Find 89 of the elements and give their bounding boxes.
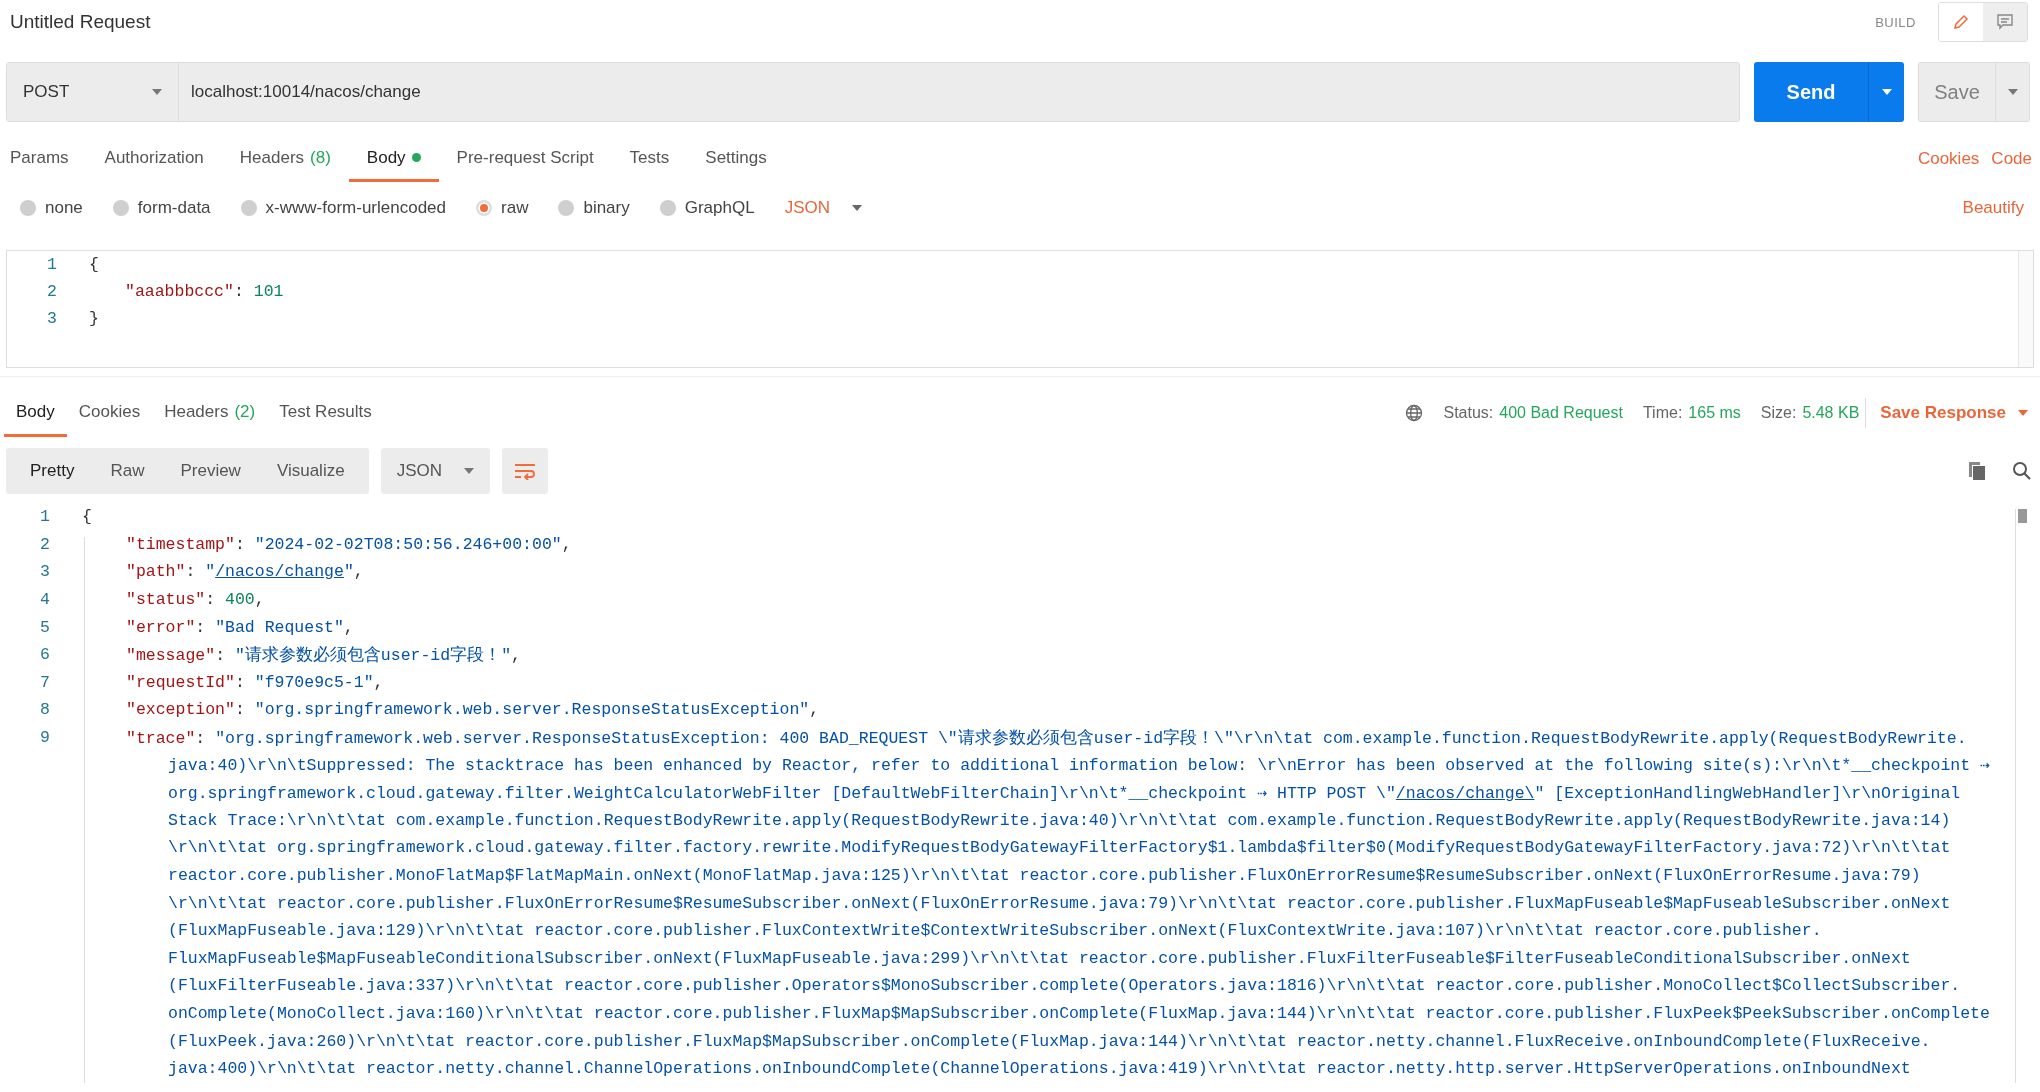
code-line: (FluxPeek.java:260)\r\n\t\tat reactor.core.publisher.FluxMap$MapSubscriber.onComplete(FluxMap.java:144)\r\n\t\tat reactor.netty.channel.FluxReceive.onInboundComplete(FluxReceive. xyxy=(167,1031,1931,1051)
body-type-radio[interactable]: none xyxy=(20,198,83,218)
scrollbar-thumb[interactable] xyxy=(2018,509,2027,523)
pencil-icon xyxy=(1952,13,1970,31)
code-line: java:40)\r\n\tSuppressed: The stacktrace has been enhanced by Reactor, refer to additional information below: \r\nError has been observed at the following site(s):\r\n\t*__checkpoint ⇢ xyxy=(167,755,1990,776)
meta-label: Time: xyxy=(1642,404,1683,422)
caret-icon xyxy=(852,205,862,211)
line-number: 7 xyxy=(39,672,50,692)
comment-icon xyxy=(1996,13,2014,31)
link[interactable]: /nacos/change\ xyxy=(1395,783,1535,803)
code-line: "requestId": "f970e9c5-1", xyxy=(125,672,384,692)
body-type-radio[interactable]: x-www-form-urlencoded xyxy=(240,198,446,218)
code-line: "aaabbbccc": 101 xyxy=(124,282,284,301)
meta-value: 165 ms xyxy=(1688,404,1741,422)
code-line: } xyxy=(88,309,99,328)
request-tab[interactable]: Tests xyxy=(611,136,688,182)
response-tab[interactable]: Test Results xyxy=(267,389,384,437)
code-line: \r\n\t\tat org.springframework.cloud.gateway.filter.factory.rewrite.ModifyRequestBodyGatewayFilterFactory$1.lambda$filter$0(ModifyRequestBodyGatewayFilterFactory.java:72)\r\n\t\tat xyxy=(167,838,1951,858)
globe-icon xyxy=(1405,404,1424,422)
code-line: "message": "请求参数必须包含user-id字段！", xyxy=(125,644,521,666)
code-line: FluxMapFuseable$MapFuseableConditionalSubscriber.onNext(FluxMapFuseable.java:299)\r\n\t\tat reactor.core.publisher.FluxFilterFuseable$FilterFuseableConditionalSubscriber.onNext xyxy=(167,948,1911,968)
code-line: "path": "/nacos/change", xyxy=(125,562,364,582)
line-number: 3 xyxy=(46,309,57,328)
code-line: Stack Trace:\r\n\t\tat com.example.function.RequestBodyRewrite.apply(RequestBodyRewrite.java:40)\r\n\t\tat com.example.function.RequestBodyRewrite.apply(RequestBodyRewrite.java:14) xyxy=(167,810,1951,830)
caret-icon xyxy=(1881,89,1892,95)
line-number: 2 xyxy=(39,534,50,554)
body-type-radio[interactable]: GraphQL xyxy=(659,198,755,218)
wrap-lines-button[interactable] xyxy=(501,448,548,494)
line-number: 8 xyxy=(39,700,50,720)
mode-button[interactable] xyxy=(1983,3,2027,41)
code-line: "trace": "org.springframework.web.server.ResponseStatusException: 400 BAD_REQUEST \"请求参数必须包含user-id字段！\"\r\n\tat com.example.function.RequestBodyRewrite.apply(RequestBodyRewrite. xyxy=(125,727,1967,749)
code-line: (FluxMapFuseable.java:129)\r\n\t\tat reactor.core.publisher.FluxContextWrite$ContextWriteSubscriber.onNext(FluxContextWrite.java:107)\r\n\t\tat reactor.core.publisher. xyxy=(167,921,1822,941)
request-tab[interactable]: Authorization xyxy=(86,136,222,182)
wrap-icon xyxy=(513,462,536,480)
line-number: 9 xyxy=(39,728,50,748)
view-mode-tab[interactable]: Pretty xyxy=(12,448,93,494)
meta-value: 400 Bad Request xyxy=(1499,404,1623,422)
code-line: "timestamp": "2024-02-02T08:50:56.246+00:00", xyxy=(125,534,572,554)
search-icon xyxy=(2012,461,2032,481)
line-number: 5 xyxy=(39,617,50,637)
request-body-editor[interactable]: 1 { 2 "aaabbbccc": 101 3 } xyxy=(6,250,2034,368)
meta-label: Status: xyxy=(1443,404,1494,422)
request-tab[interactable]: Pre-request Script xyxy=(438,136,612,182)
code-line: { xyxy=(88,255,99,274)
code-line: (FluxFilterFuseable.java:337)\r\n\t\tat reactor.core.publisher.Operators$MonoSubscriber.complete(Operators.java:1816)\r\n\t\tat reactor.core.publisher.MonoCollect$CollectSubscriber. xyxy=(167,976,1961,996)
code-line: \r\n\t\tat reactor.core.publisher.FluxOnErrorResume$ResumeSubscriber.onNext(FluxOnErrorResume.java:79)\r\n\t\tat reactor.core.publisher.FluxMapFuseable$MapFuseableSubscriber.onNext xyxy=(167,893,1951,913)
response-tab[interactable]: Cookies xyxy=(66,389,153,437)
request-tab[interactable]: Body xyxy=(348,136,439,182)
response-tab[interactable]: Body xyxy=(4,389,67,437)
line-number: 1 xyxy=(46,255,57,274)
meta-value: 5.48 KB xyxy=(1802,404,1860,422)
save-options-button[interactable] xyxy=(1996,62,2030,122)
request-tab[interactable]: Headers (8) xyxy=(221,136,349,182)
line-number: 2 xyxy=(46,282,57,301)
search-button[interactable] xyxy=(2012,461,2032,481)
request-tab[interactable]: Settings xyxy=(687,136,785,182)
caret-icon xyxy=(2018,410,2028,416)
line-number: 4 xyxy=(39,590,50,610)
caret-icon xyxy=(2007,89,2018,95)
body-type-radio[interactable]: raw xyxy=(476,198,529,218)
request-title: Untitled Request xyxy=(10,11,152,33)
view-mode-tab[interactable]: Raw xyxy=(92,448,163,494)
send-button[interactable]: Send xyxy=(1754,62,1868,122)
send-options-button[interactable] xyxy=(1868,62,1904,122)
view-mode-tab[interactable]: Visualize xyxy=(258,448,363,494)
line-number: 6 xyxy=(39,645,50,665)
request-tab[interactable]: Params xyxy=(10,136,87,182)
copy-button[interactable] xyxy=(1968,461,1986,481)
code-line: java:400)\r\n\t\tat reactor.netty.channel.ChannelOperations.onInboundComplete(ChannelOperations.java:419)\r\n\t\tat reactor.netty.http.server.HttpServerOperations.onInboundNext xyxy=(167,1059,1911,1079)
line-number: 3 xyxy=(39,562,50,582)
code-line: org.springframework.cloud.gateway.filter.WeightCalculatorWebFilter [DefaultWebFilterChain]\r\n\t*__checkpoint ⇢ HTTP POST \"/nacos/change\" [ExceptionHandlingWebHandler]\r\nOriginal xyxy=(167,782,1961,803)
body-type-radio[interactable]: binary xyxy=(558,198,630,218)
code-line: { xyxy=(81,507,92,527)
caret-icon xyxy=(463,468,474,474)
line-number: 1 xyxy=(39,507,50,527)
code-line: "status": 400, xyxy=(125,590,265,610)
mode-label: BUILD xyxy=(1875,14,1916,30)
link[interactable]: /nacos/change xyxy=(215,562,344,582)
body-type-radio[interactable]: form-data xyxy=(112,198,211,218)
response-tab[interactable]: Headers (2) xyxy=(152,389,268,437)
code-line: reactor.core.publisher.MonoFlatMap$FlatMapMain.onNext(MonoFlatMap.java:125)\r\n\t\tat reactor.core.publisher.FluxOnErrorResume$ResumeSubscriber.onNext(FluxOnErrorResume.java:79) xyxy=(167,866,1921,885)
code-line: "error": "Bad Request", xyxy=(125,617,354,637)
meta-label: Size: xyxy=(1760,404,1797,422)
format-dropdown[interactable]: JSON xyxy=(380,448,490,494)
code-line: "exception": "org.springframework.web.server.ResponseStatusException", xyxy=(125,700,820,720)
copy-icon xyxy=(1968,461,1986,481)
scrollbar[interactable] xyxy=(2018,251,2033,367)
view-mode-tab[interactable]: Preview xyxy=(162,448,259,494)
code-line: onComplete(MonoCollect.java:160)\r\n\t\tat reactor.core.publisher.FluxMap$MapSubscriber.onComplete(FluxMap.java:144)\r\n\t\tat reactor.core.publisher.FluxPeek$PeekSubscriber.onComplete xyxy=(167,1004,1990,1023)
